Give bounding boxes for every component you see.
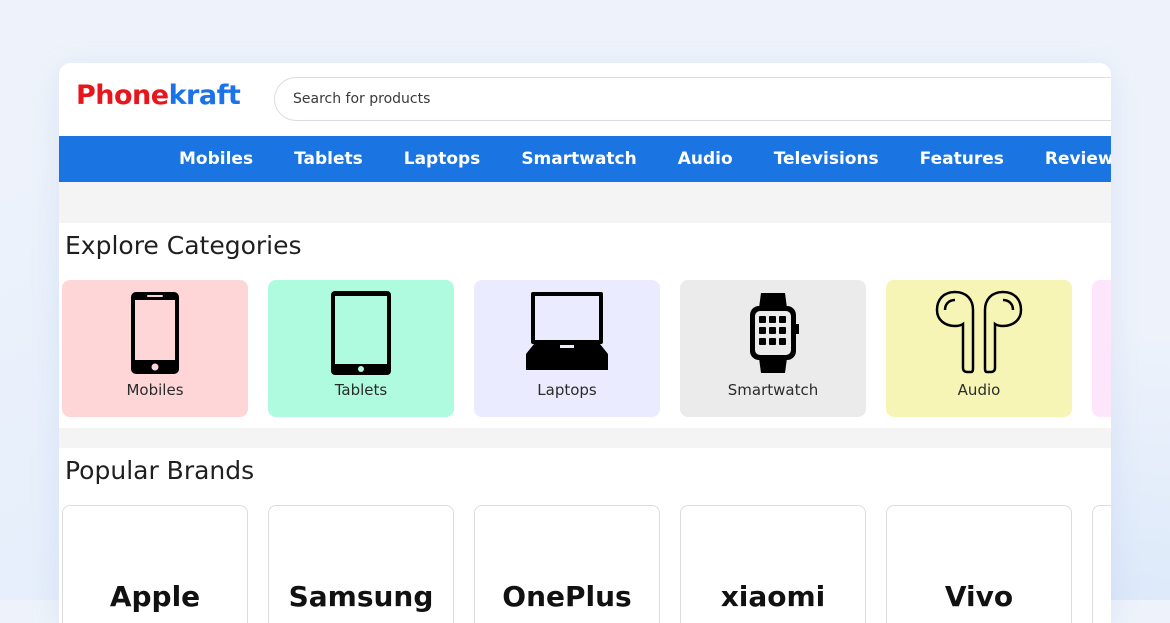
categories-title: Explore Categories bbox=[65, 231, 302, 260]
categories-row: Mobiles Tablets Laptops Smartwatch Audio bbox=[62, 280, 1111, 417]
brand-card-apple[interactable]: Apple bbox=[62, 505, 248, 623]
section-divider bbox=[59, 428, 1111, 448]
brand-name: Vivo bbox=[944, 580, 1014, 613]
brand-name: OnePlus bbox=[502, 580, 632, 613]
logo-text-part1: Phone bbox=[76, 80, 169, 111]
nav-item-tablets[interactable]: Tablets bbox=[294, 149, 363, 169]
brand-card-samsung[interactable]: Samsung bbox=[268, 505, 454, 623]
category-label: Laptops bbox=[537, 381, 597, 399]
brands-row: Apple Samsung OnePlus xiaomi Vivo bbox=[62, 505, 1111, 623]
search-bar[interactable] bbox=[274, 77, 1111, 121]
nav-item-smartwatch[interactable]: Smartwatch bbox=[521, 149, 636, 169]
category-card-partial[interactable] bbox=[1092, 280, 1111, 417]
nav-item-laptops[interactable]: Laptops bbox=[404, 149, 481, 169]
nav-item-reviews[interactable]: Reviews bbox=[1045, 149, 1111, 169]
category-card-audio[interactable]: Audio bbox=[886, 280, 1072, 417]
brand-card-partial[interactable] bbox=[1092, 505, 1111, 623]
brand-card-oneplus[interactable]: OnePlus bbox=[474, 505, 660, 623]
tablet-icon bbox=[331, 291, 391, 375]
category-card-laptops[interactable]: Laptops bbox=[474, 280, 660, 417]
banner-placeholder bbox=[59, 182, 1111, 223]
brand-card-xiaomi[interactable]: xiaomi bbox=[680, 505, 866, 623]
nav-item-audio[interactable]: Audio bbox=[678, 149, 733, 169]
brands-title: Popular Brands bbox=[65, 456, 255, 485]
site-logo[interactable]: Phonekraft bbox=[76, 80, 241, 111]
laptop-icon bbox=[526, 292, 608, 370]
category-card-smartwatch[interactable]: Smartwatch bbox=[680, 280, 866, 417]
brand-name: Samsung bbox=[288, 580, 434, 613]
brand-card-vivo[interactable]: Vivo bbox=[886, 505, 1072, 623]
browser-window: Phonekraft Mobiles Tablets Laptops Smart… bbox=[59, 63, 1111, 623]
main-nav: Mobiles Tablets Laptops Smartwatch Audio… bbox=[59, 136, 1111, 182]
site-header: Phonekraft bbox=[59, 63, 1111, 136]
nav-item-features[interactable]: Features bbox=[920, 149, 1004, 169]
categories-section: Explore Categories Mobiles Tablets Lapto… bbox=[59, 223, 1111, 428]
category-card-mobiles[interactable]: Mobiles bbox=[62, 280, 248, 417]
smartwatch-icon bbox=[750, 293, 799, 373]
category-label: Audio bbox=[957, 381, 1001, 399]
brand-name: xiaomi bbox=[720, 580, 826, 613]
logo-text-part2: kraft bbox=[168, 80, 241, 111]
category-label: Mobiles bbox=[126, 381, 184, 399]
brands-section: Popular Brands Apple Samsung OnePlus xia… bbox=[59, 448, 1111, 623]
nav-item-televisions[interactable]: Televisions bbox=[774, 149, 879, 169]
search-input[interactable] bbox=[291, 90, 895, 108]
brand-name: Apple bbox=[109, 580, 201, 613]
earbuds-icon bbox=[935, 290, 1023, 374]
category-card-tablets[interactable]: Tablets bbox=[268, 280, 454, 417]
category-label: Smartwatch bbox=[727, 381, 819, 399]
category-label: Tablets bbox=[334, 381, 388, 399]
nav-item-mobiles[interactable]: Mobiles bbox=[179, 149, 253, 169]
smartphone-icon bbox=[131, 292, 179, 374]
